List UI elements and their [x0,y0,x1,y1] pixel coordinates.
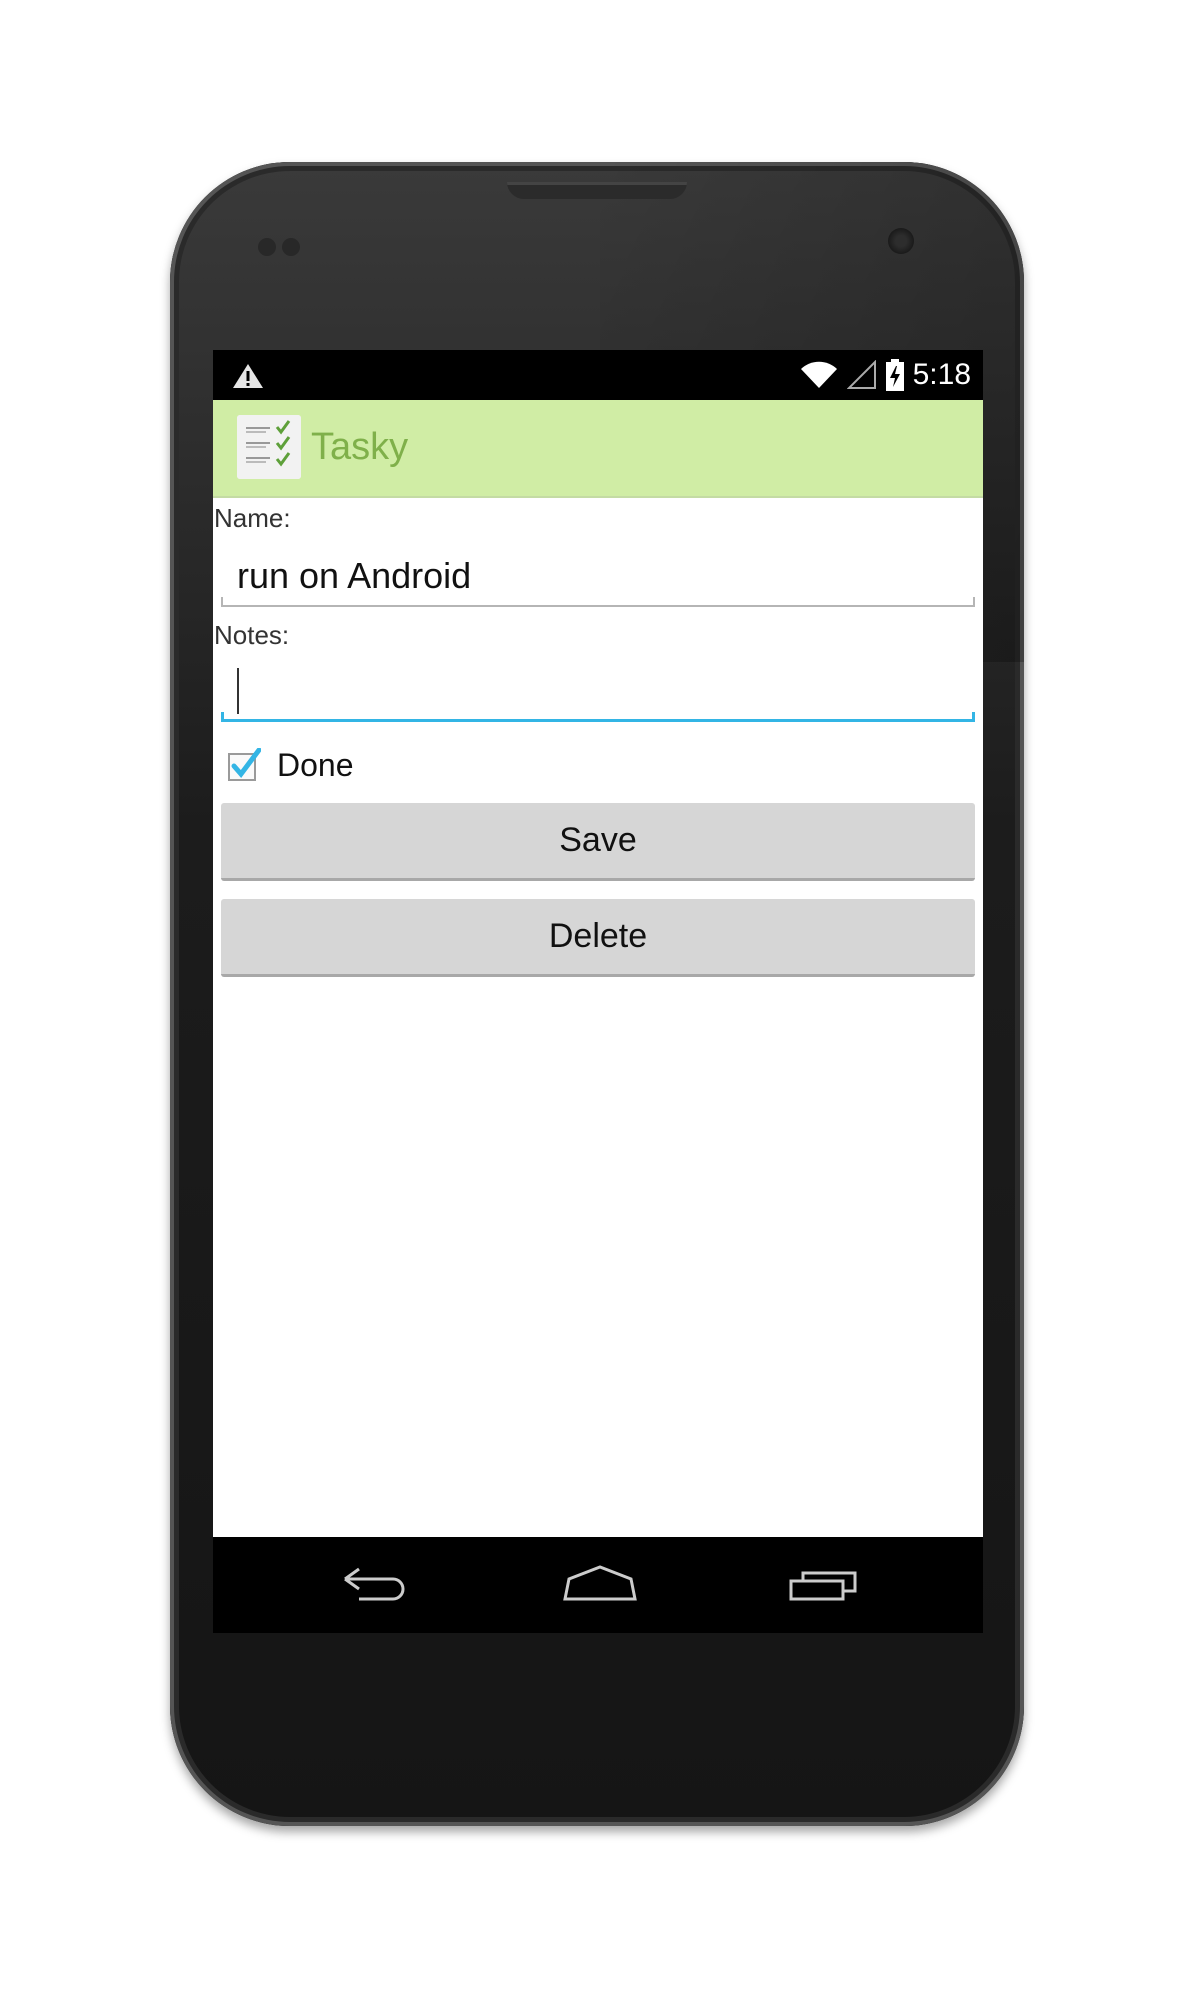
wifi-icon [800,361,837,388]
battery-charging-icon [885,359,904,391]
name-label: Name: [214,503,291,533]
done-checkbox-row[interactable]: Done [227,740,354,790]
warning-icon [233,364,263,388]
status-bar: 5:18 [213,350,983,400]
checkbox-checked-icon[interactable] [227,748,261,782]
earpiece-speaker [507,182,687,199]
notes-input-underline [221,712,975,722]
home-icon[interactable] [555,1561,645,1611]
status-time: 5:18 [912,358,971,391]
notes-label: Notes: [214,620,290,650]
done-label: Done [277,746,354,783]
save-button[interactable]: Save [221,803,975,881]
app-title: Tasky [311,426,409,468]
delete-button[interactable]: Delete [221,899,975,977]
recent-apps-icon[interactable] [781,1561,871,1611]
proximity-sensor [258,238,306,256]
text-cursor [237,668,239,714]
navigation-bar [213,1537,983,1633]
back-icon[interactable] [331,1561,421,1611]
phone-screen: 5:18 Tasky Name: Notes: Done [213,350,983,1633]
signal-icon [846,360,876,389]
tasky-checklist-icon[interactable] [237,415,301,479]
front-camera [888,228,914,254]
action-bar: Tasky [213,400,983,498]
name-input-underline [221,597,975,607]
